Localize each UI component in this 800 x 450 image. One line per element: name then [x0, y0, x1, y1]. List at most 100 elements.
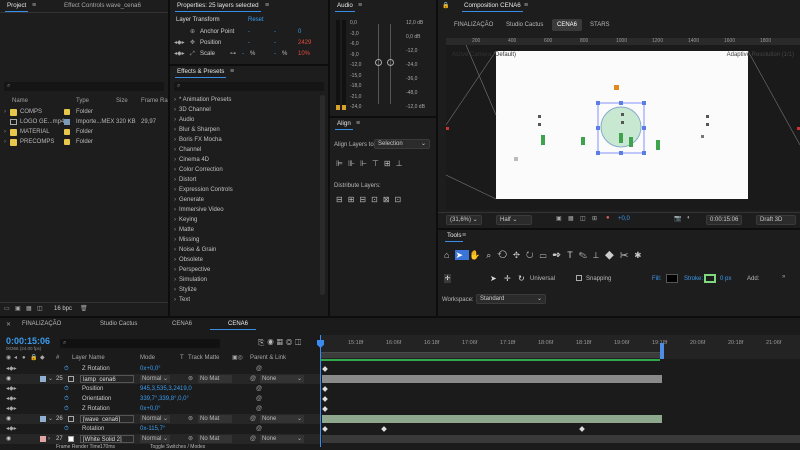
effects-scrollbar[interactable] [320, 95, 325, 295]
effects-category[interactable]: › Cinema 4D [174, 155, 209, 165]
pickwhip-icon[interactable]: @ [250, 434, 256, 444]
effects-category[interactable]: › Distort [174, 175, 196, 185]
menu-icon[interactable]: ≡ [230, 68, 234, 75]
grid-icon[interactable]: ⊞ [592, 215, 597, 222]
audio-icon[interactable]: ◂ [14, 354, 17, 363]
zoom-tool-icon[interactable]: ⌕ [486, 250, 497, 260]
distribute-right-icon[interactable]: ⊡ [395, 195, 407, 204]
chevron-right-icon[interactable]: › [174, 97, 176, 103]
stopwatch-icon[interactable]: ⏱ [64, 404, 69, 414]
property-row[interactable]: ◂◆▸ ⏱ Z Rotation 0x+0,0° @ [0, 364, 320, 374]
link-icon[interactable]: ⊶ [230, 50, 236, 59]
parent-select[interactable]: None ⌄ [260, 415, 304, 423]
effects-category[interactable]: › Blur & Sharpen [174, 125, 220, 135]
stopwatch-icon[interactable]: ⏱ [64, 384, 69, 394]
stopwatch-icon[interactable]: ⏱ [64, 424, 69, 434]
comp-viewer[interactable]: Active Camera (Default) Adaptive Resolut… [446, 45, 800, 210]
chevron-right-icon[interactable]: › [174, 277, 176, 283]
chevron-right-icon[interactable]: › [174, 107, 176, 113]
property-value[interactable]: 0x+0,0° [140, 364, 161, 374]
snapping-checkbox[interactable] [576, 275, 582, 281]
quality-select[interactable]: Half ⌄ [496, 215, 532, 225]
track-matte-select[interactable]: No Mat [198, 415, 232, 423]
effects-category[interactable]: › Audio [174, 115, 194, 125]
chevron-right-icon[interactable]: › [174, 187, 176, 193]
column-type[interactable]: Type [76, 97, 89, 106]
menu-icon[interactable]: ≡ [524, 2, 528, 9]
property-value[interactable]: 0x-115,7° [140, 424, 165, 434]
keyframe-nav-icon[interactable]: ◂◆▸ [174, 39, 185, 48]
property-row[interactable]: ◂◆▸ ⏱ Z Rotation 0x+0,0° @ [0, 404, 320, 414]
audio-slider-right[interactable] [387, 24, 394, 104]
flowchart-icon[interactable]: ◫ [37, 305, 43, 312]
keyframe-nav-icon[interactable]: ◂◆▸ [174, 50, 185, 59]
property-row[interactable]: ◂◆▸ ⏱ Position 945,3,535,3,2419,0 @ [0, 384, 320, 394]
rotate-tool-icon[interactable]: ↻ [526, 250, 540, 260]
region-icon[interactable]: ▣ [556, 215, 562, 222]
col-track-matte[interactable]: Track Matte [188, 354, 219, 363]
column-size[interactable]: Size [116, 97, 128, 106]
timeline-tab-finalizacao[interactable]: FINALIZAÇÃO [22, 321, 61, 327]
chevron-right-icon[interactable]: › [174, 237, 176, 243]
link-icon[interactable]: ⊚ [188, 414, 193, 424]
pan-behind-icon[interactable]: ✥ [513, 250, 526, 260]
new-folder-icon[interactable]: ▣ [15, 305, 21, 312]
chevron-right-icon[interactable]: › [4, 138, 6, 147]
chevron-right-icon[interactable]: › [174, 177, 176, 183]
layer-name[interactable]: lamp_cena6 [80, 375, 134, 383]
chevron-right-icon[interactable]: › [174, 227, 176, 233]
column-fps[interactable]: Frame Ra... [141, 97, 168, 106]
tab-effects-presets[interactable]: Effects & Presets [173, 66, 228, 78]
rect-tool-icon[interactable]: ▭ [540, 250, 553, 260]
chevron-right-icon[interactable]: › [174, 257, 176, 263]
col-parent[interactable]: Parent & Link [250, 354, 286, 363]
timeline-tab-cena6[interactable]: CENA6 [172, 321, 192, 327]
chevron-right-icon[interactable]: › [174, 247, 176, 253]
chevron-right-icon[interactable]: › [174, 147, 176, 153]
tab-project[interactable]: Project [3, 0, 30, 12]
column-name[interactable]: Name [12, 97, 28, 106]
align-left-icon[interactable]: ⊫ [336, 159, 348, 168]
chevron-right-icon[interactable]: › [174, 297, 176, 303]
keyframe-nav-icon[interactable]: ◂◆▸ [6, 404, 17, 414]
stopwatch-icon[interactable]: ⏱ [64, 364, 69, 374]
rotate-icon[interactable]: ↻ [518, 274, 525, 283]
link-icon[interactable]: ⊚ [188, 434, 193, 444]
tab-properties[interactable]: Properties: 25 layers selected [173, 0, 263, 12]
exposure-value[interactable]: +0,0 [618, 216, 630, 222]
type-tool-icon[interactable]: T [567, 250, 579, 260]
hand-tool-icon[interactable]: ✋ [469, 250, 486, 260]
stroke-swatch[interactable] [704, 274, 716, 283]
pickwhip-icon[interactable]: @ [256, 424, 262, 434]
universal-icon[interactable]: ✢ [444, 274, 452, 283]
eraser-tool-icon[interactable]: ◆ [605, 250, 620, 260]
link-icon[interactable]: ⊚ [188, 374, 193, 384]
chevron-right-icon[interactable]: › [174, 127, 176, 133]
snapshot-icon[interactable]: 📷 [674, 215, 681, 222]
effects-category[interactable]: › Matte [174, 225, 194, 235]
motion-blur-icon[interactable]: ◎ [286, 338, 295, 347]
visibility-icon[interactable]: ◉ [6, 374, 11, 384]
label-color-icon[interactable] [40, 416, 46, 422]
chevron-down-icon[interactable]: › [48, 434, 50, 444]
pickwhip-icon[interactable]: @ [250, 414, 256, 424]
reset-button[interactable]: Reset [248, 17, 264, 23]
parent-select[interactable]: None ⌄ [260, 435, 304, 443]
show-snapshot-icon[interactable]: ◐ [687, 215, 691, 221]
pickwhip-icon[interactable]: @ [256, 404, 262, 414]
align-right-icon[interactable]: ⊩ [360, 159, 372, 168]
menu-icon[interactable]: ≡ [358, 2, 362, 9]
tab-effect-controls[interactable]: Effect Controls wave_cena6 [60, 0, 145, 12]
playhead[interactable] [320, 335, 321, 447]
pickwhip-icon[interactable]: @ [256, 384, 262, 394]
list-item[interactable]: › COMPS Folder [0, 108, 168, 117]
effects-category[interactable]: › Noise & Grain [174, 245, 216, 255]
label-color-icon[interactable] [40, 436, 46, 442]
effects-category[interactable]: › Perspective [174, 265, 210, 275]
lock-icon[interactable]: 🔒 [30, 354, 37, 363]
effects-category[interactable]: › Boris FX Mocha [174, 135, 222, 145]
menu-icon[interactable]: ≡ [462, 232, 466, 239]
pen-tool-icon[interactable]: ✒ [552, 250, 567, 260]
chevron-right-icon[interactable]: › [174, 197, 176, 203]
parent-select[interactable]: None ⌄ [260, 375, 304, 383]
